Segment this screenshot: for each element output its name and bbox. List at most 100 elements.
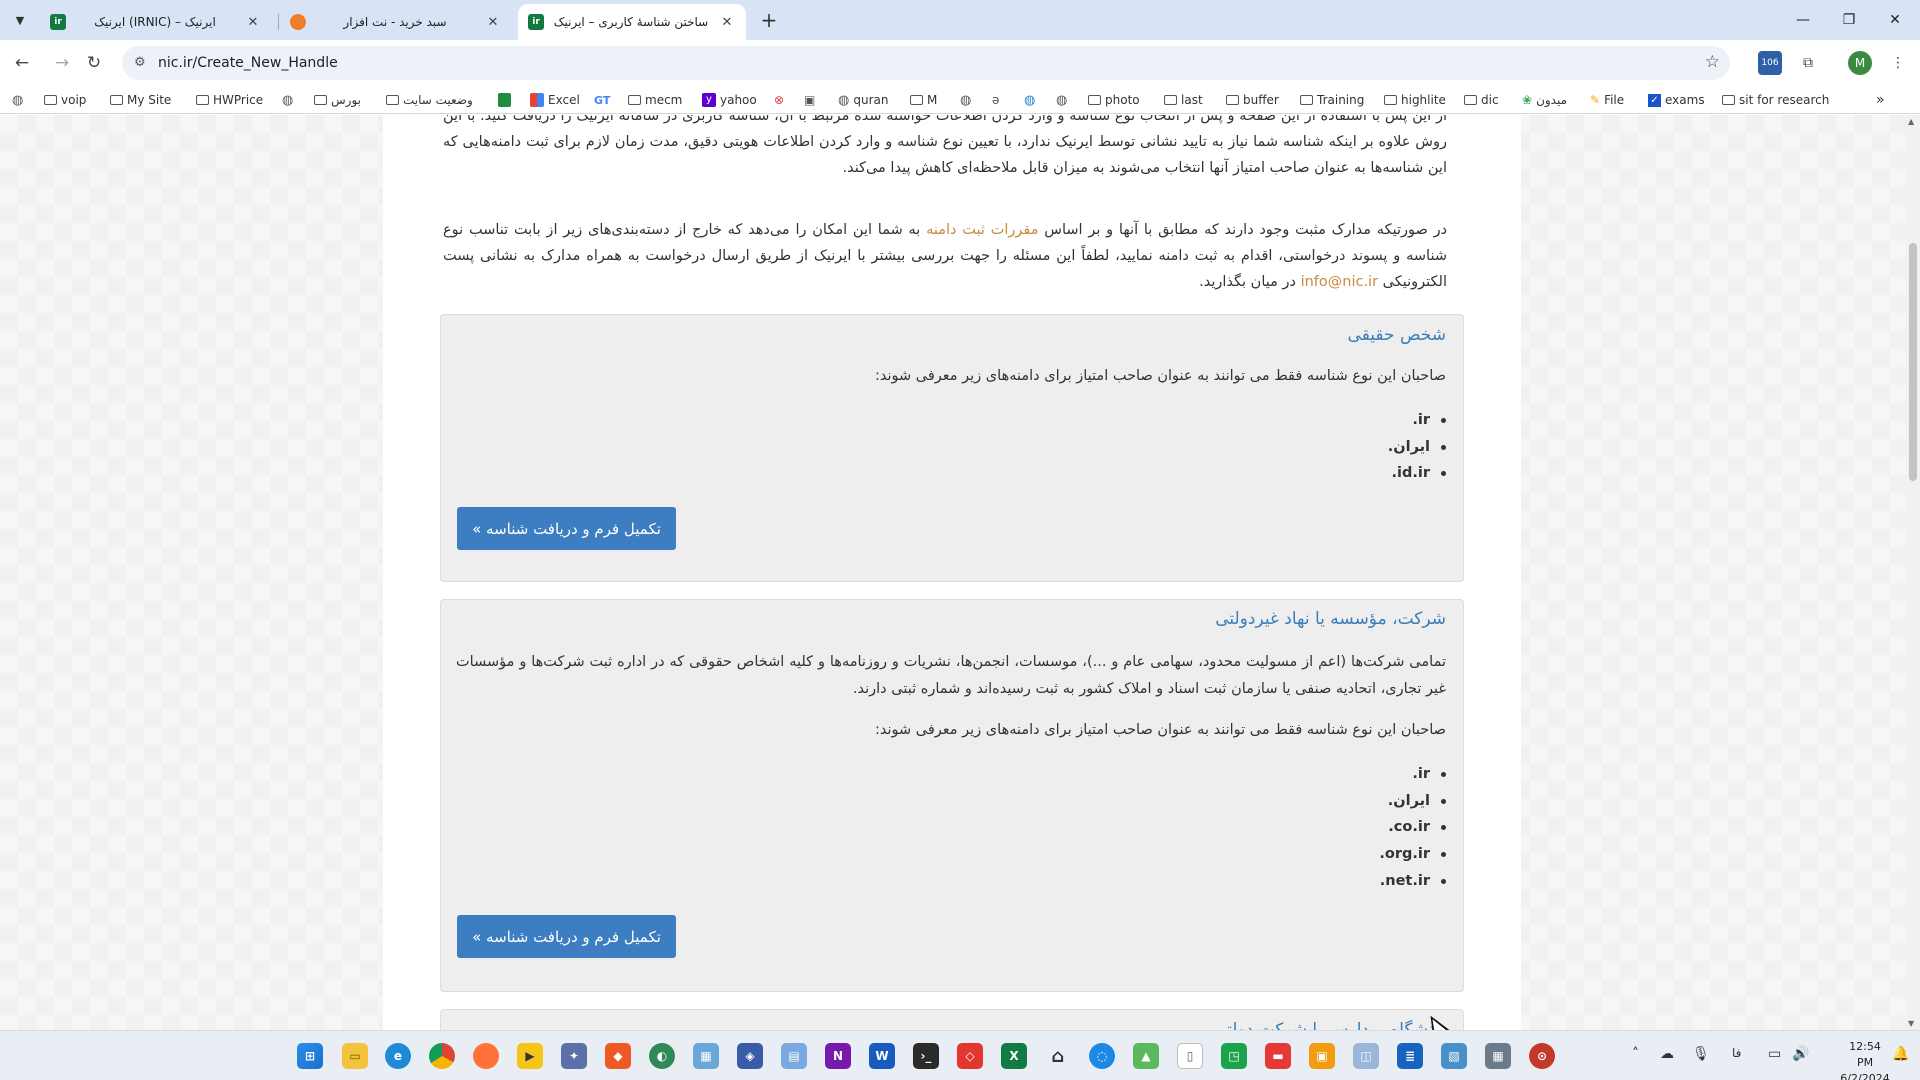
- bookmark-meydoon[interactable]: ❀ میدون: [1522, 91, 1567, 109]
- bookmark-globe[interactable]: ◍: [1056, 91, 1067, 109]
- bookmark-exams[interactable]: ✓ exams: [1648, 91, 1705, 109]
- app-icon[interactable]: ◐: [649, 1043, 675, 1069]
- edge-browser-icon[interactable]: e: [385, 1043, 411, 1069]
- minimize-button[interactable]: —: [1780, 0, 1826, 40]
- input-language[interactable]: فا: [1732, 1046, 1741, 1060]
- bookmark-app[interactable]: ▣: [804, 91, 815, 109]
- network-icon[interactable]: ▭: [1768, 1046, 1781, 1062]
- bookmark-folder[interactable]: highlite: [1384, 91, 1446, 109]
- back-button[interactable]: ←: [8, 49, 36, 77]
- new-tab-button[interactable]: +: [757, 8, 781, 32]
- bookmark-globe[interactable]: ◍: [1024, 91, 1035, 109]
- get-handle-button-person[interactable]: تکمیل فرم و دریافت شناسه »: [457, 507, 676, 550]
- bookmark-folder[interactable]: buffer: [1226, 91, 1279, 109]
- chrome-browser-icon[interactable]: [429, 1043, 455, 1069]
- app-icon[interactable]: ▲: [1133, 1043, 1159, 1069]
- forward-button[interactable]: →: [48, 49, 76, 77]
- bookmark-app[interactable]: ⊗: [774, 91, 784, 109]
- page-scrollbar[interactable]: ▲ ▼: [1906, 115, 1920, 1030]
- app-icon[interactable]: ◳: [1221, 1043, 1247, 1069]
- email-link[interactable]: info@nic.ir: [1301, 274, 1378, 290]
- bookmark-globe[interactable]: ◍: [282, 91, 293, 109]
- tab-search-button[interactable]: ▼: [8, 8, 32, 32]
- app-icon[interactable]: ◈: [737, 1043, 763, 1069]
- close-icon[interactable]: ✕: [718, 13, 736, 31]
- bookmark-folder[interactable]: HWPrice: [196, 91, 263, 109]
- start-windows-icon[interactable]: ⊞: [297, 1043, 323, 1069]
- menu-kebab-icon[interactable]: ⋮: [1886, 51, 1910, 75]
- extension-icon[interactable]: 106: [1758, 51, 1782, 75]
- profile-avatar[interactable]: M: [1848, 51, 1872, 75]
- app-icon[interactable]: ▣: [1309, 1043, 1335, 1069]
- close-window-button[interactable]: ✕: [1872, 0, 1918, 40]
- bookmark-folder[interactable]: mecm: [628, 91, 682, 109]
- bookmark-folder[interactable]: My Site: [110, 91, 171, 109]
- bookmark-folder[interactable]: وضعیت سایت: [386, 91, 473, 109]
- app-icon[interactable]: ▧: [1441, 1043, 1467, 1069]
- bookmark-folder[interactable]: voip: [44, 91, 86, 109]
- tab-netafzar-cart[interactable]: سبد خرید - نت افزار ✕: [280, 4, 512, 40]
- bookmark-app[interactable]: ə: [992, 91, 999, 109]
- file-explorer-icon[interactable]: ▭: [342, 1043, 368, 1069]
- bookmark-folder[interactable]: last: [1164, 91, 1203, 109]
- remote-desktop-icon[interactable]: ▦: [693, 1043, 719, 1069]
- bookmark-globe[interactable]: ◍: [12, 91, 23, 109]
- bookmark-translate[interactable]: GT: [594, 91, 610, 109]
- address-bar[interactable]: ⚙ nic.ir/Create_New_Handle ☆: [122, 46, 1730, 80]
- app-icon[interactable]: ◆: [605, 1043, 631, 1069]
- bookmark-yahoo[interactable]: y yahoo: [702, 91, 757, 109]
- app-icon[interactable]: ▤: [781, 1043, 807, 1069]
- onenote-icon[interactable]: N: [825, 1043, 851, 1069]
- bookmark-globe[interactable]: ◍: [960, 91, 971, 109]
- reload-button[interactable]: ↻: [80, 49, 108, 77]
- get-handle-button-company[interactable]: تکمیل فرم و دریافت شناسه »: [457, 915, 676, 958]
- app-icon[interactable]: ◌: [1089, 1043, 1115, 1069]
- scroll-up-icon[interactable]: ▲: [1908, 117, 1914, 126]
- microphone-icon[interactable]: 🎙: [1692, 1046, 1710, 1062]
- bookmark-star-icon[interactable]: ☆: [1705, 52, 1720, 72]
- word-icon[interactable]: W: [869, 1043, 895, 1069]
- firefox-icon[interactable]: [473, 1043, 499, 1069]
- scroll-down-icon[interactable]: ▼: [1908, 1019, 1914, 1028]
- system-clock[interactable]: 12:54 PM 6/2/2024: [1840, 1039, 1890, 1080]
- extensions-puzzle-icon[interactable]: ⧉: [1796, 51, 1820, 75]
- bookmarks-overflow-button[interactable]: »: [1876, 91, 1885, 109]
- bookmark-folder[interactable]: sit for research: [1722, 91, 1829, 109]
- media-player-icon[interactable]: ▶: [517, 1043, 543, 1069]
- bookmark-folder[interactable]: dic: [1464, 91, 1499, 109]
- app-icon[interactable]: ⊙: [1529, 1043, 1555, 1069]
- onedrive-icon[interactable]: ☁: [1660, 1046, 1674, 1062]
- domain-rules-link[interactable]: مقررات ثبت دامنه: [926, 222, 1038, 238]
- app-icon[interactable]: ◫: [1353, 1043, 1379, 1069]
- tab-create-handle[interactable]: ir ساختن شناسهٔ کاربری – ایرنیک ✕: [518, 4, 746, 40]
- url-text[interactable]: nic.ir/Create_New_Handle: [158, 55, 338, 71]
- notification-bell-icon[interactable]: 🔔: [1892, 1046, 1909, 1062]
- app-icon[interactable]: ✦: [561, 1043, 587, 1069]
- bookmark-file[interactable]: ✎ File: [1590, 91, 1624, 109]
- close-icon[interactable]: ✕: [244, 13, 262, 31]
- close-icon[interactable]: ✕: [484, 13, 502, 31]
- bookmark-excel[interactable]: Excel: [530, 91, 580, 109]
- panel-title: شخص حقیقی: [1347, 325, 1446, 345]
- site-info-icon[interactable]: ⚙: [134, 55, 146, 70]
- restore-button[interactable]: ❐: [1826, 0, 1872, 40]
- bookmark-folder[interactable]: photo: [1088, 91, 1140, 109]
- bookmark-sheets[interactable]: [498, 91, 511, 109]
- volume-icon[interactable]: 🔊: [1792, 1046, 1809, 1062]
- terminal-icon[interactable]: ›_: [913, 1043, 939, 1069]
- tray-overflow-icon[interactable]: ˄: [1632, 1046, 1639, 1062]
- app-icon[interactable]: ▬: [1265, 1043, 1291, 1069]
- folder-icon: [910, 95, 923, 105]
- scrollbar-thumb[interactable]: [1909, 243, 1917, 481]
- lock-icon[interactable]: ⌂: [1045, 1043, 1071, 1069]
- bookmark-folder[interactable]: M: [910, 91, 937, 109]
- calculator-icon[interactable]: ▦: [1485, 1043, 1511, 1069]
- excel-icon[interactable]: X: [1001, 1043, 1027, 1069]
- app-icon[interactable]: ≣: [1397, 1043, 1423, 1069]
- bookmark-folder[interactable]: Training: [1300, 91, 1364, 109]
- bookmark-quran[interactable]: ◍ quran: [838, 91, 888, 109]
- bookmark-folder[interactable]: بورس: [314, 91, 361, 109]
- tab-irnic-home[interactable]: ir ایرنیک (IRNIC) – ایرنیک ✕: [40, 4, 272, 40]
- notepad-icon[interactable]: ▯: [1177, 1043, 1203, 1069]
- anydesk-icon[interactable]: ◇: [957, 1043, 983, 1069]
